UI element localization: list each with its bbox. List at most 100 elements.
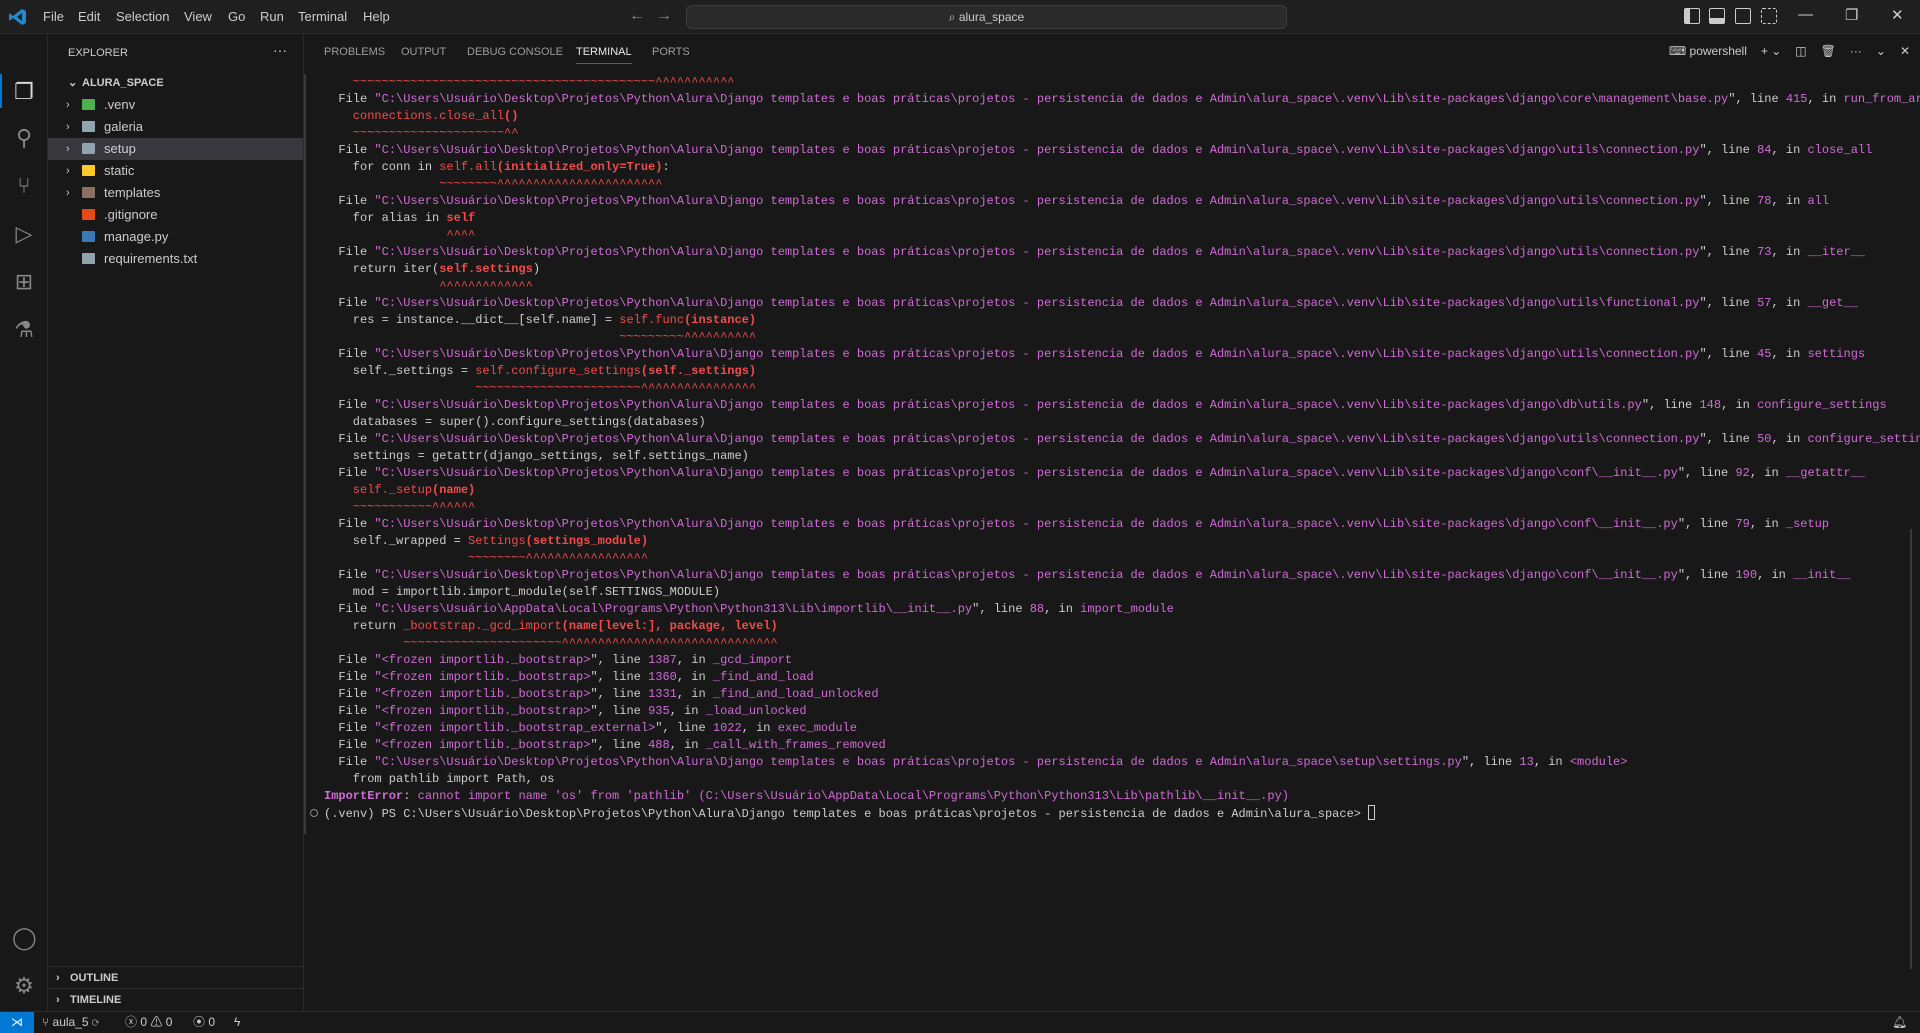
problems-indicator[interactable]: ⓧ 0 ⚠ 0 [125,1012,172,1032]
quote: " [374,92,382,106]
menu-help[interactable]: Help [363,9,390,24]
toggle-primary-sidebar-icon[interactable] [1684,8,1700,24]
customize-layout-icon[interactable] [1761,8,1777,24]
code-text: Settings [468,534,526,548]
menu-file[interactable]: File [43,9,64,24]
outline-section[interactable]: › OUTLINE [48,966,303,988]
line-keyword: ", line [590,670,649,684]
menu-terminal[interactable]: Terminal [298,9,347,24]
workspace-root[interactable]: ⌄ ALURA_SPACE [48,72,303,94]
tab-output[interactable]: OUTPUT [401,46,446,58]
line-keyword: ", line [1699,143,1758,157]
traceback-line-number: 13 [1519,755,1534,769]
tree-item-label: galeria [104,119,144,134]
menu-selection[interactable]: Selection [116,9,169,24]
terminal-line: File "C:\Users\Usuário\Desktop\Projetos\… [324,295,1904,312]
more-actions-icon[interactable]: ··· [1850,44,1862,58]
settings-gear-icon[interactable]: ⚙ [12,974,36,998]
minimize-icon[interactable]: — [1798,6,1813,23]
restore-icon[interactable]: ❐ [1845,6,1858,24]
more-actions-icon[interactable]: ··· [273,42,287,58]
forward-arrow-icon[interactable]: → [656,7,672,25]
menu-view[interactable]: View [184,9,212,24]
command-center-search[interactable]: ⌕ alura_space [686,5,1287,29]
in-keyword: , in [676,670,713,684]
tree-item[interactable]: › templates [48,182,303,204]
terminal-line: self._wrapped = Settings(settings_module… [324,533,1904,550]
remote-indicator-icon[interactable]: ⋊ [0,1012,34,1033]
tree-item[interactable]: .gitignore [48,204,303,226]
terminal-shell-button[interactable]: ⌨ powershell [1669,44,1747,58]
traceback-line-number: 50 [1757,432,1772,446]
maximize-panel-chevron-icon[interactable]: ⌄ [1876,44,1886,58]
testing-icon[interactable]: ⚗ [12,318,36,342]
traceback-path: C:\Users\Usuário\Desktop\Projetos\Python… [381,568,1678,582]
timeline-section[interactable]: › TIMELINE [48,988,303,1010]
tree-item-label: manage.py [104,229,169,244]
tab-terminal[interactable]: TERMINAL [576,46,632,64]
tab-ports[interactable]: PORTS [652,46,690,58]
run-debug-icon[interactable]: ▷ [12,222,36,246]
workspace-root-label: ALURA_SPACE [82,77,164,89]
tree-item[interactable]: › static [48,160,303,182]
kill-terminal-trash-icon[interactable]: 🗑 [1821,44,1836,58]
code-text: return [324,619,404,633]
menu-run[interactable]: Run [260,9,284,24]
toggle-panel-icon[interactable] [1709,8,1725,24]
tree-item[interactable]: manage.py [48,226,303,248]
traceback-path: <frozen importlib._bootstrap> [381,738,591,752]
traceback-path: <frozen importlib._bootstrap> [381,704,591,718]
in-keyword: , in [669,704,706,718]
menu-edit[interactable]: Edit [78,9,100,24]
terminal-icon: ⌨ [1668,44,1690,58]
close-panel-icon[interactable]: ✕ [1900,44,1910,58]
search-icon[interactable]: ⚲ [12,126,36,150]
chevron-down-icon: ⌄ [68,77,78,89]
quote: " [374,432,382,446]
chevron-right-icon: › [66,187,70,199]
active-indicator [0,74,2,108]
terminal-output[interactable]: ~~~~~~~~~~~~~~~~~~~~~~~~~~~~~~~~~~~~~~~~… [324,74,1920,822]
source-control-icon[interactable]: ⑂ [12,174,36,198]
menu-go[interactable]: Go [228,9,245,24]
activity-bar: ❐ ⚲ ⑂ ▷ ⊞ ⚗ ◯ ⚙ [0,34,48,1011]
tab-debug-console[interactable]: DEBUG CONSOLE [467,46,563,58]
traceback-function: <module> [1569,755,1628,769]
terminal-line: File "C:\Users\Usuário\Desktop\Projetos\… [324,567,1904,584]
accounts-icon[interactable]: ◯ [12,926,37,950]
new-terminal-icon[interactable]: + ⌄ [1761,44,1781,58]
notifications-bell-icon[interactable]: 🔔︎ [1892,1012,1907,1032]
explorer-icon[interactable]: ❐ [12,80,36,104]
folder-icon [82,165,95,176]
extensions-icon[interactable]: ⊞ [12,270,36,294]
in-keyword: , in [1749,466,1786,480]
file-keyword: File [324,398,375,412]
split-terminal-icon[interactable]: ◫ [1795,44,1806,58]
code-text: connections.close_all [324,109,505,123]
close-window-icon[interactable]: ✕ [1891,6,1904,24]
tree-item[interactable]: › setup [48,138,303,160]
terminal-line: File "<frozen importlib._bootstrap>", li… [324,703,1904,720]
code-text: _bootstrap._gcd_import [403,619,562,633]
ports-indicator[interactable]: ⦿ 0 [193,1012,215,1032]
branch-indicator[interactable]: ⑂ aula_5 ⟳ [42,1012,99,1032]
back-arrow-icon[interactable]: ← [629,7,645,25]
line-keyword: ", line [590,704,649,718]
tree-item[interactable]: › .venv [48,94,303,116]
tab-problems[interactable]: PROBLEMS [324,46,385,58]
traceback-line-number: 1331 [648,687,677,701]
file-keyword: File [324,245,375,259]
git-branch-icon: ⑂ [42,1015,53,1029]
code-text: (initialized_only=True) [496,160,663,174]
line-keyword: ", line [1699,296,1758,310]
tree-item[interactable]: › galeria [48,116,303,138]
file-icon [82,231,95,242]
tree-item[interactable]: requirements.txt [48,248,303,270]
terminal-line: File "C:\Users\Usuário\Desktop\Projetos\… [324,431,1920,448]
lightning-icon[interactable]: ϟ [234,1012,240,1032]
toggle-secondary-sidebar-icon[interactable] [1735,8,1751,24]
terminal-scrollbar[interactable] [1910,529,1912,969]
line-keyword: ", line [1699,432,1758,446]
code-text: for alias in [324,211,447,225]
line-keyword: ", line [972,602,1030,616]
